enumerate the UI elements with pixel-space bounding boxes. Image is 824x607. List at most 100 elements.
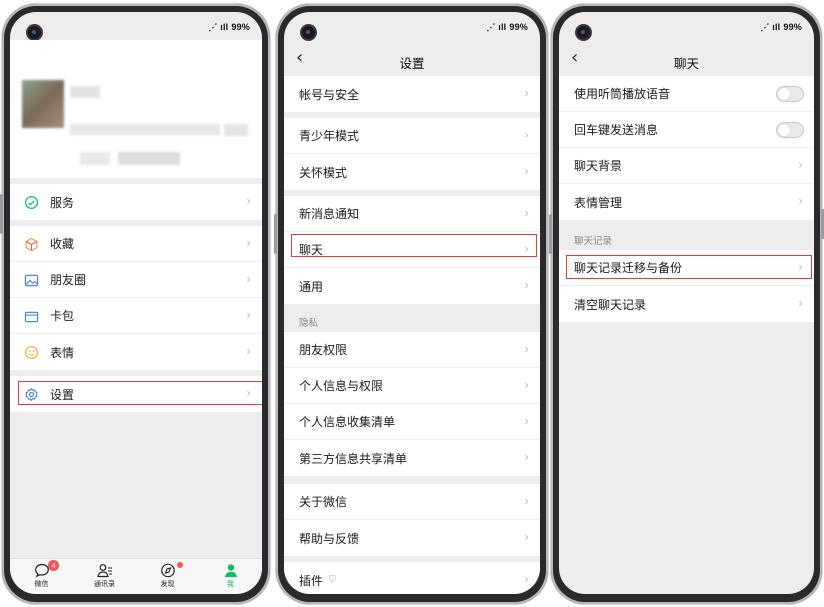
status-redacted[interactable] [80,152,110,165]
settings-screen: ⋰ ıll 99% ‹ 设置 帐号与安全 › 青少年模式 › 关怀模式 › 新消息通知 ›… [284,12,540,594]
chat-history-group: 聊天记录迁移与备份 › 清空聊天记录 › [559,250,814,322]
phone-frame-settings: ⋰ ıll 99% ‹ 设置 帐号与安全 › 青少年模式 › 关怀模式 › 新消息通知 ›… [274,4,548,604]
chevron-right-icon: › [524,450,529,464]
chevron-right-icon: › [246,194,251,208]
wifi-signal-icon: ⋰ ıll [760,22,781,32]
status-indicators: ⋰ ıll 99% [760,22,802,33]
privacy-group: 朋友权限 › 个人信息与权限 › 个人信息收集清单 › 第三方信息共享清单 › [284,332,540,476]
settings-item-care-mode[interactable]: 关怀模式 › [284,154,540,190]
settings-item-third-party-sharing[interactable]: 第三方信息共享清单 › [284,440,540,476]
side-button [549,214,552,254]
chevron-right-icon: › [524,86,529,100]
toggle-switch[interactable] [776,86,804,102]
chevron-right-icon: › [524,128,529,142]
favorites-icon [25,237,38,252]
menu-item-moments[interactable]: 朋友圈 › [10,262,262,298]
battery-level: 99% [509,22,528,32]
chat-item-enter-to-send[interactable]: 回车键发送消息 [559,112,814,148]
service-group: 服务 › [10,184,262,220]
menu-item-settings[interactable]: 设置 › [10,376,262,412]
bottom-tab-bar: 4 微信 通讯录 发现 我 [10,558,262,594]
settings-item-teen-mode[interactable]: 青少年模式 › [284,118,540,154]
settings-item-general[interactable]: 通用 › [284,268,540,304]
sticker-icon [24,345,39,360]
settings-item-personal-info[interactable]: 个人信息与权限 › [284,368,540,404]
status-bar: ⋰ ıll 99% [559,12,814,40]
chevron-right-icon: › [798,296,803,310]
settings-item-help-feedback[interactable]: 帮助与反馈 › [284,520,540,556]
toggle-switch[interactable] [776,122,804,138]
account-group: 帐号与安全 › [284,76,540,112]
chevron-right-icon: › [798,260,803,274]
settings-item-notifications[interactable]: 新消息通知 › [284,196,540,232]
status-indicators: ⋰ ıll 99% [208,22,250,33]
service-icon [24,195,39,210]
chat-item-background[interactable]: 聊天背景 › [559,148,814,184]
chevron-right-icon: › [524,414,529,428]
tab-discover[interactable]: 发现 [136,559,199,594]
chat-item-earpiece-voice[interactable]: 使用听筒播放语音 [559,76,814,112]
card-wallet-icon [24,311,39,323]
profile-header[interactable] [10,40,262,178]
plugin-shield-icon: ⛉ [329,575,336,585]
mode-group: 青少年模式 › 关怀模式 › [284,118,540,190]
chevron-right-icon: › [246,236,251,250]
plugins-group: 插件 ⛉ › [284,562,540,594]
compass-icon [160,563,175,578]
phone-frame-chat-settings: ⋰ ıll 99% ‹ 聊天 使用听筒播放语音 回车键发送消息 聊天背景 › 表情管… [549,4,824,604]
page-title: 聊天 [673,56,699,71]
tab-contacts[interactable]: 通讯录 [73,559,136,594]
qr-code-redacted[interactable] [224,124,248,136]
chevron-right-icon: › [524,494,529,508]
chat-item-sticker-management[interactable]: 表情管理 › [559,184,814,220]
status-bar: ⋰ ıll 99% [10,12,262,40]
avatar[interactable] [22,80,64,128]
section-header-privacy: 隐私 [299,318,319,329]
menu-item-stickers[interactable]: 表情 › [10,334,262,370]
settings-item-friend-permissions[interactable]: 朋友权限 › [284,332,540,368]
me-screen: ⋰ ıll 99% 服务 › 收藏 › 朋友圈 › 卡包 › 表情 › 设置 ›… [10,12,262,594]
front-camera [577,26,590,39]
settings-item-plugins[interactable]: 插件 ⛉ › [284,562,540,594]
about-group: 关于微信 › 帮助与反馈 › [284,484,540,556]
settings-item-info-collection[interactable]: 个人信息收集清单 › [284,404,540,440]
new-moments-dot [177,562,183,568]
chevron-right-icon: › [524,164,529,178]
menu-item-service[interactable]: 服务 › [10,184,262,220]
settings-icon [25,387,38,402]
nickname-redacted [70,86,100,98]
settings-group: 设置 › [10,376,262,412]
contacts-icon [96,564,112,578]
settings-item-about[interactable]: 关于微信 › [284,484,540,520]
chevron-right-icon: › [524,242,529,256]
section-header-chat-history: 聊天记录 [574,236,613,247]
chevron-right-icon: › [524,278,529,292]
settings-item-chat[interactable]: 聊天 › [284,232,540,268]
chat-settings-screen: ⋰ ıll 99% ‹ 聊天 使用听筒播放语音 回车键发送消息 聊天背景 › 表情管… [559,12,814,594]
menu-item-card-wallet[interactable]: 卡包 › [10,298,262,334]
chevron-right-icon: › [524,206,529,220]
nav-bar: ‹ 聊天 [559,46,814,76]
chat-item-clear-history[interactable]: 清空聊天记录 › [559,286,814,322]
wifi-signal-icon: ⋰ ıll [486,22,507,32]
status-indicators: ⋰ ıll 99% [486,22,528,33]
chevron-right-icon: › [798,158,803,172]
chevron-right-icon: › [798,194,803,208]
battery-level: 99% [783,22,802,32]
moments-icon [24,274,39,287]
page-title: 设置 [399,56,425,71]
chat-item-migrate-backup[interactable]: 聊天记录迁移与备份 › [559,250,814,286]
unread-badge: 4 [48,560,59,571]
wechat-id-redacted [70,124,220,135]
friends-status-redacted[interactable] [118,152,180,165]
front-camera [28,26,41,39]
collection-group: 收藏 › 朋友圈 › 卡包 › 表情 › [10,226,262,370]
tab-chats[interactable]: 4 微信 [10,559,73,594]
menu-item-favorites[interactable]: 收藏 › [10,226,262,262]
person-icon [224,564,237,577]
tab-me[interactable]: 我 [199,559,262,594]
settings-item-account-security[interactable]: 帐号与安全 › [284,76,540,112]
front-camera [302,26,315,39]
side-button [0,194,3,234]
phone-frame-me: ⋰ ıll 99% 服务 › 收藏 › 朋友圈 › 卡包 › 表情 › 设置 ›… [0,4,270,604]
